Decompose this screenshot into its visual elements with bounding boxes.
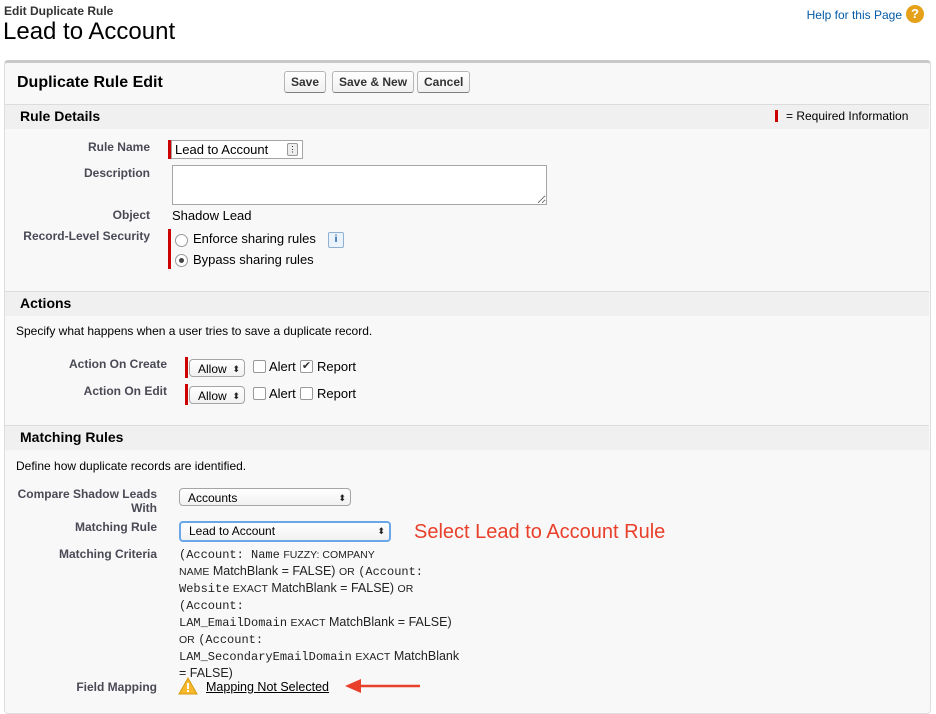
cancel-button[interactable]: Cancel: [417, 71, 471, 93]
page-title: Lead to Account: [3, 18, 176, 45]
section-heading: Actions: [20, 295, 72, 311]
criteria-fragment: NAME: [179, 566, 210, 578]
action-on-edit-label: Action On Edit: [83, 384, 167, 398]
create-report-checkbox[interactable]: ✔: [300, 360, 313, 373]
compare-with-label-line2: With: [131, 501, 157, 515]
section-heading: Matching Rules: [20, 429, 124, 445]
matching-criteria-label: Matching Criteria: [58, 547, 157, 561]
select-arrow-icon: ⬍: [377, 526, 385, 536]
criteria-fragment: (Account:: [198, 633, 264, 647]
criteria-fragment: (Account:: [179, 599, 244, 613]
required-bar: [168, 229, 171, 269]
matching-rule-label: Matching Rule: [74, 520, 157, 534]
save-new-button[interactable]: Save & New: [332, 71, 415, 93]
criteria-fragment: EXACT: [355, 651, 391, 663]
actions-description: Specify what happens when a user tries t…: [16, 324, 373, 338]
action-on-edit-select[interactable]: Allow ⬍: [189, 386, 245, 404]
matching-rule-select[interactable]: Lead to Account ⬍: [179, 521, 391, 542]
create-report-label: Report: [317, 359, 357, 374]
description-textarea[interactable]: [172, 165, 547, 205]
criteria-fragment: MatchBlank = FALSE): [212, 564, 336, 578]
required-legend-bar: [775, 110, 778, 122]
criteria-fragment: EXACT: [290, 617, 326, 629]
save-button[interactable]: Save: [284, 71, 327, 93]
required-bar: [185, 357, 188, 378]
bypass-sharing-label: Bypass sharing rules: [193, 252, 314, 267]
matching-criteria-text: (Account: Name FUZZY: COMPANY NAME Match…: [179, 546, 499, 681]
annotation-text: Select Lead to Account Rule: [414, 521, 666, 543]
matching-description: Define how duplicate records are identif…: [16, 459, 247, 473]
create-alert-label: Alert: [269, 359, 296, 374]
help-icon[interactable]: ?: [906, 5, 924, 23]
criteria-fragment: EXACT: [232, 583, 268, 595]
help-link[interactable]: Help for this Page: [807, 8, 902, 22]
rule-name-input[interactable]: Lead to Account ⋮: [171, 140, 303, 159]
select-value: Accounts: [188, 491, 238, 505]
security-label: Record-Level Security: [23, 229, 150, 243]
bypass-sharing-radio[interactable]: [175, 254, 188, 267]
field-picker-icon[interactable]: ⋮: [287, 143, 298, 156]
info-icon[interactable]: i: [328, 232, 344, 248]
criteria-fragment: LAM_EmailDomain: [179, 616, 288, 630]
criteria-fragment: (Account: Name: [179, 548, 280, 562]
rule-name-value: Lead to Account: [175, 142, 269, 157]
criteria-fragment: OR: [338, 566, 355, 578]
criteria-fragment: FUZZY: COMPANY: [283, 549, 375, 561]
edit-report-label: Report: [317, 386, 357, 401]
object-value: Shadow Lead: [172, 208, 252, 223]
criteria-fragment: (Account:: [358, 565, 423, 579]
action-on-create-label: Action On Create: [68, 357, 167, 371]
edit-report-checkbox[interactable]: [300, 387, 313, 400]
object-label: Object: [112, 208, 150, 222]
required-legend: = Required Information: [786, 109, 909, 123]
rule-name-label: Rule Name: [87, 140, 150, 154]
select-arrow-icon: ⬍: [232, 391, 240, 401]
criteria-fragment: MatchBlank = FALSE): [329, 615, 452, 629]
create-alert-checkbox[interactable]: [253, 360, 266, 373]
select-arrow-icon: ⬍: [338, 493, 346, 503]
edit-block-title: Duplicate Rule Edit: [17, 74, 163, 91]
description-label: Description: [83, 166, 150, 180]
mapping-not-selected-link[interactable]: Mapping Not Selected: [206, 680, 329, 694]
select-value: Allow: [198, 389, 227, 403]
red-arrow-icon: [345, 679, 420, 693]
edit-alert-label: Alert: [269, 386, 296, 401]
compare-with-label-line1: Compare Shadow Leads: [17, 487, 157, 501]
compare-with-label: Compare Shadow Leads With: [10, 487, 157, 515]
warning-icon: [178, 677, 198, 695]
criteria-fragment: MatchBlank = FALSE): [271, 581, 395, 595]
select-value: Lead to Account: [189, 524, 276, 538]
section-actions: Actions: [5, 291, 929, 316]
criteria-fragment: OR: [179, 634, 195, 646]
action-on-create-select[interactable]: Allow ⬍: [189, 359, 245, 377]
criteria-fragment: Website: [179, 582, 230, 596]
enforce-sharing-radio[interactable]: [175, 234, 188, 247]
select-value: Allow: [198, 362, 227, 376]
section-matching-rules: Matching Rules: [5, 425, 929, 450]
breadcrumb: Edit Duplicate Rule: [4, 4, 114, 18]
required-bar: [185, 384, 188, 405]
compare-with-select[interactable]: Accounts ⬍: [179, 488, 351, 506]
enforce-sharing-label: Enforce sharing rules: [193, 231, 316, 246]
field-mapping-label: Field Mapping: [76, 680, 157, 694]
criteria-fragment: MatchBlank: [393, 649, 460, 663]
criteria-fragment: OR: [397, 583, 414, 595]
section-heading: Rule Details: [20, 108, 101, 124]
criteria-fragment: LAM_SecondaryEmailDomain: [179, 650, 352, 664]
select-arrow-icon: ⬍: [232, 364, 240, 374]
edit-alert-checkbox[interactable]: [253, 387, 266, 400]
